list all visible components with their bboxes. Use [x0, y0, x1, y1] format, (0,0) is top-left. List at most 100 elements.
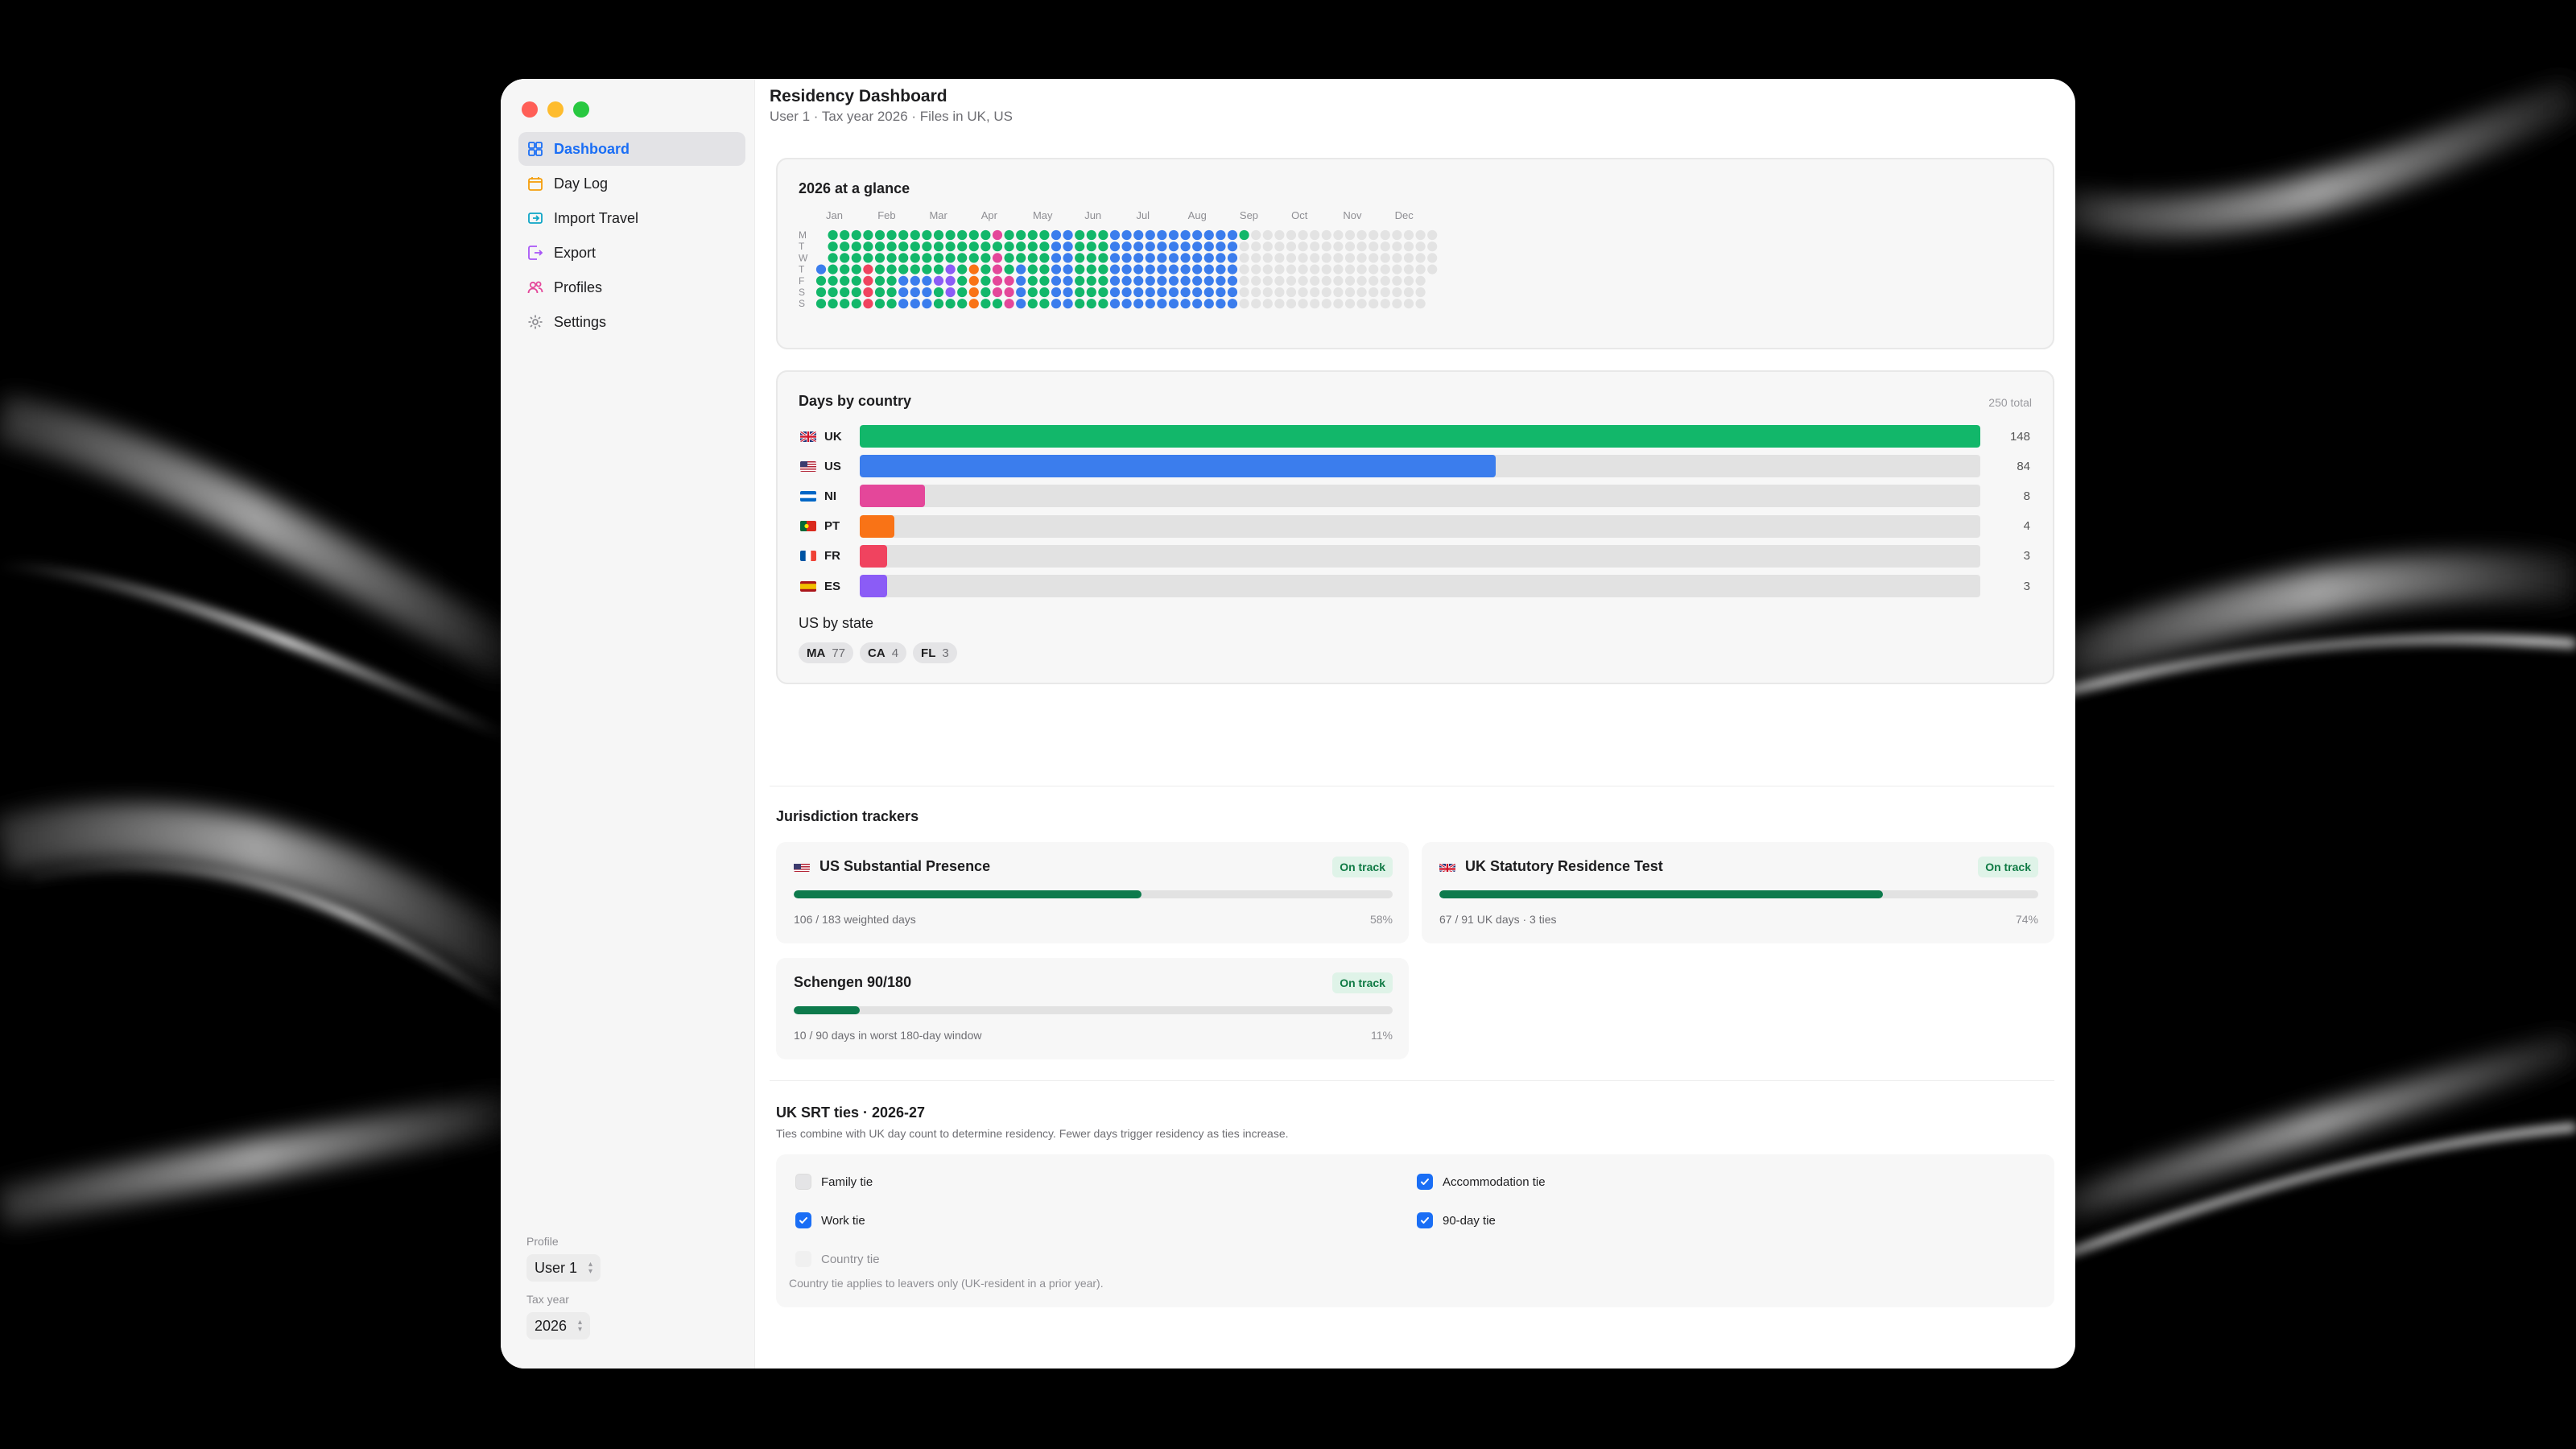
heatmap-day-cell[interactable] [1004, 229, 1014, 241]
heatmap-day-cell[interactable] [828, 287, 838, 298]
heatmap-day-cell[interactable] [1168, 242, 1179, 252]
heatmap-day-cell[interactable] [898, 264, 909, 275]
heatmap-day-cell[interactable] [828, 253, 838, 263]
heatmap-day-cell[interactable] [1262, 264, 1273, 275]
heatmap-day-cell[interactable] [933, 229, 944, 241]
heatmap-day-cell[interactable] [1344, 264, 1356, 275]
heatmap-day-cell[interactable] [863, 287, 873, 298]
heatmap-day-cell[interactable] [1145, 287, 1155, 298]
heatmap-day-cell[interactable] [1004, 287, 1014, 298]
heatmap-day-cell[interactable] [874, 275, 886, 286]
heatmap-day-cell[interactable] [933, 253, 944, 263]
heatmap-day-cell[interactable] [1356, 229, 1367, 241]
heatmap-day-cell[interactable] [1051, 242, 1062, 252]
heatmap-day-cell[interactable] [1239, 299, 1249, 309]
heatmap-day-cell[interactable] [1216, 242, 1226, 252]
heatmap-day-cell[interactable] [1027, 287, 1038, 298]
heatmap-day-cell[interactable] [1380, 242, 1390, 252]
heatmap-day-cell[interactable] [980, 242, 991, 252]
heatmap-day-cell[interactable] [1098, 229, 1108, 241]
heatmap-day-cell[interactable] [1321, 253, 1331, 263]
work-tie-checkbox[interactable]: Work tie [795, 1212, 865, 1228]
heatmap-day-cell[interactable] [922, 229, 932, 241]
heatmap-day-cell[interactable] [1239, 264, 1249, 275]
country-bar-row[interactable]: US 84 [800, 455, 2030, 478]
heatmap-day-cell[interactable] [1157, 229, 1167, 241]
heatmap-day-cell[interactable] [968, 242, 979, 252]
heatmap-day-cell[interactable] [1063, 264, 1073, 275]
heatmap-day-cell[interactable] [1027, 275, 1038, 286]
heatmap-day-cell[interactable] [1380, 287, 1390, 298]
heatmap-day-cell[interactable] [1216, 275, 1226, 286]
heatmap-day-cell[interactable] [1239, 253, 1249, 263]
heatmap-day-cell[interactable] [1157, 275, 1167, 286]
heatmap-day-cell[interactable] [1239, 287, 1249, 298]
heatmap-day-cell[interactable] [1344, 275, 1356, 286]
heatmap-day-cell[interactable] [863, 229, 873, 241]
heatmap-day-cell[interactable] [1004, 253, 1014, 263]
state-pill[interactable]: CA 4 [860, 642, 907, 663]
heatmap-day-cell[interactable] [1262, 275, 1273, 286]
heatmap-day-cell[interactable] [1310, 287, 1320, 298]
heatmap-day-cell[interactable] [1262, 242, 1273, 252]
heatmap-day-cell[interactable] [1321, 287, 1331, 298]
heatmap-day-cell[interactable] [1098, 253, 1108, 263]
heatmap-day-cell[interactable] [910, 229, 920, 241]
heatmap-day-cell[interactable] [1356, 242, 1367, 252]
heatmap-day-cell[interactable] [1016, 253, 1026, 263]
heatmap-day-cell[interactable] [851, 229, 861, 241]
heatmap-day-cell[interactable] [1075, 242, 1085, 252]
heatmap-day-cell[interactable] [922, 287, 932, 298]
close-window-button[interactable] [522, 101, 538, 118]
heatmap-day-cell[interactable] [886, 264, 897, 275]
accommodation-tie-checkbox[interactable]: Accommodation tie [1417, 1174, 1546, 1190]
heatmap-day-cell[interactable] [1227, 253, 1238, 263]
heatmap-day-cell[interactable] [1403, 264, 1414, 275]
heatmap-day-cell[interactable] [1027, 253, 1038, 263]
heatmap-day-cell[interactable] [1298, 264, 1308, 275]
heatmap-day-cell[interactable] [1168, 287, 1179, 298]
heatmap-day-cell[interactable] [1380, 253, 1390, 263]
minimize-window-button[interactable] [547, 101, 564, 118]
heatmap-day-cell[interactable] [1227, 229, 1238, 241]
heatmap-day-cell[interactable] [1356, 264, 1367, 275]
heatmap-day-cell[interactable] [886, 229, 897, 241]
heatmap-day-cell[interactable] [1427, 264, 1438, 275]
heatmap-day-cell[interactable] [874, 229, 886, 241]
heatmap-day-cell[interactable] [1321, 242, 1331, 252]
heatmap-day-cell[interactable] [1274, 264, 1285, 275]
heatmap-day-cell[interactable] [1075, 275, 1085, 286]
heatmap-day-cell[interactable] [1427, 242, 1438, 252]
heatmap-day-cell[interactable] [1298, 299, 1308, 309]
heatmap-day-cell[interactable] [1192, 229, 1203, 241]
heatmap-day-cell[interactable] [1063, 229, 1073, 241]
heatmap-day-cell[interactable] [1121, 253, 1132, 263]
heatmap-day-cell[interactable] [1321, 299, 1331, 309]
heatmap-day-cell[interactable] [863, 299, 873, 309]
heatmap-day-cell[interactable] [1274, 275, 1285, 286]
heatmap-day-cell[interactable] [1203, 287, 1214, 298]
heatmap-day-cell[interactable] [1027, 242, 1038, 252]
heatmap-day-cell[interactable] [1274, 299, 1285, 309]
heatmap-day-cell[interactable] [1415, 229, 1426, 241]
heatmap-day-cell[interactable] [1298, 229, 1308, 241]
heatmap-day-cell[interactable] [828, 275, 838, 286]
heatmap-day-cell[interactable] [1145, 275, 1155, 286]
heatmap-day-cell[interactable] [1286, 275, 1297, 286]
heatmap-day-cell[interactable] [863, 242, 873, 252]
heatmap-day-cell[interactable] [980, 299, 991, 309]
heatmap-day-cell[interactable] [945, 287, 956, 298]
heatmap-day-cell[interactable] [1016, 229, 1026, 241]
heatmap-day-cell[interactable] [1168, 299, 1179, 309]
heatmap-day-cell[interactable] [980, 275, 991, 286]
heatmap-day-cell[interactable] [1168, 253, 1179, 263]
heatmap-day-cell[interactable] [863, 275, 873, 286]
heatmap-day-cell[interactable] [1251, 299, 1261, 309]
heatmap-day-cell[interactable] [1356, 253, 1367, 263]
heatmap-day-cell[interactable] [886, 299, 897, 309]
heatmap-day-cell[interactable] [1192, 253, 1203, 263]
heatmap-day-cell[interactable] [1086, 275, 1096, 286]
heatmap-day-cell[interactable] [968, 275, 979, 286]
heatmap-day-cell[interactable] [1239, 229, 1249, 241]
heatmap-day-cell[interactable] [1415, 264, 1426, 275]
